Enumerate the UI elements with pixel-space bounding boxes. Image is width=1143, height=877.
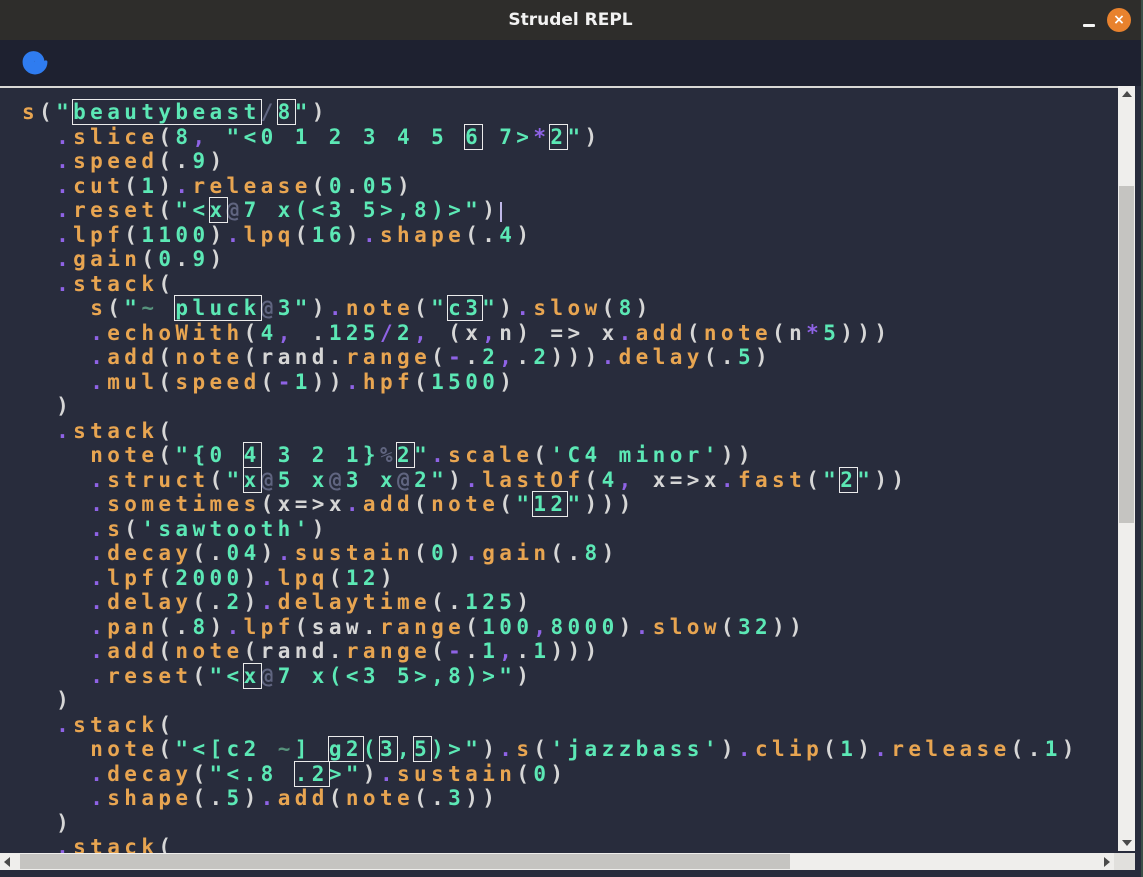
minimize-button[interactable] [1083, 24, 1095, 27]
code-line: note("{0 4 3 2 1}%2".scale('C4 minor')) [22, 443, 1120, 468]
horizontal-scrollbar-thumb[interactable] [20, 854, 790, 869]
active-token-highlight: pluck [175, 296, 260, 320]
code-lines: s("beautybeast/8") .slice(8, "<0 1 2 3 4… [0, 88, 1120, 853]
code-line: .mul(speed(-1)).hpf(1500) [22, 370, 1120, 395]
active-token-highlight: 6 [465, 125, 482, 149]
toolbar [0, 40, 1141, 86]
active-token-highlight: beautybeast [73, 100, 260, 124]
code-line: .stack( [22, 419, 1120, 444]
vertical-scrollbar[interactable] [1118, 86, 1135, 851]
horizontal-scrollbar[interactable] [0, 853, 1116, 870]
active-token-highlight: x [244, 468, 261, 492]
code-line: .speed(.9) [22, 149, 1120, 174]
active-token-highlight: 4 [244, 443, 261, 467]
active-token-highlight: 2 [840, 468, 857, 492]
code-line: .reset("<x@7 x(<3 5>,8)>") [22, 198, 1120, 223]
code-line: .add(note(rand.range(-.2,.2))).delay(.5) [22, 345, 1120, 370]
scroll-down-arrow-icon[interactable] [1122, 840, 1132, 846]
code-line: .decay(.04).sustain(0).gain(.8) [22, 541, 1120, 566]
code-line: .struct("x@5 x@3 x@2").lastOf(4, x=>x.fa… [22, 468, 1120, 493]
text-cursor [500, 202, 502, 222]
active-token-highlight: 12 [533, 492, 567, 516]
code-line: .echoWith(4, .125/2, (x,n) => x.add(note… [22, 321, 1120, 346]
active-token-highlight: 8 [278, 100, 295, 124]
active-token-highlight: 2 [397, 443, 414, 467]
code-line: .add(note(rand.range(-.1,.1))) [22, 639, 1120, 664]
code-line: .s('sawtooth') [22, 517, 1120, 542]
code-line: .slice(8, "<0 1 2 3 4 5 6 7>*2") [22, 125, 1120, 150]
code-line: .stack( [22, 835, 1120, 853]
active-token-highlight: .2 [295, 762, 329, 786]
scroll-left-arrow-icon[interactable] [4, 857, 10, 867]
code-line: s("beautybeast/8") [22, 100, 1120, 125]
scrollbar-corner [1114, 853, 1135, 870]
code-line: ) [22, 811, 1120, 836]
active-token-highlight: g2 [329, 737, 363, 761]
strudel-repl-window: Strudel REPL × s("beautybeast/8") .slice… [0, 0, 1143, 877]
code-line: .lpf(1100).lpq(16).shape(.4) [22, 223, 1120, 248]
code-line: .pan(.8).lpf(saw.range(100,8000).slow(32… [22, 615, 1120, 640]
window-title: Strudel REPL [0, 0, 1141, 40]
vertical-scrollbar-thumb[interactable] [1119, 186, 1134, 523]
code-line: .reset("<x@7 x(<3 5>,8)>") [22, 664, 1120, 689]
code-editor[interactable]: s("beautybeast/8") .slice(8, "<0 1 2 3 4… [0, 86, 1120, 853]
close-button[interactable]: × [1107, 8, 1131, 32]
code-line: .stack( [22, 713, 1120, 738]
active-token-highlight: 3 [380, 737, 397, 761]
scroll-up-arrow-icon[interactable] [1122, 91, 1132, 97]
titlebar[interactable]: Strudel REPL × [0, 0, 1141, 40]
code-line: .shape(.5).add(note(.3)) [22, 786, 1120, 811]
code-line: ) [22, 394, 1120, 419]
active-token-highlight: x [244, 664, 261, 688]
scroll-right-arrow-icon[interactable] [1104, 857, 1110, 867]
code-line: .cut(1).release(0.05) [22, 174, 1120, 199]
code-line: .decay("<.8 .2>").sustain(0) [22, 762, 1120, 787]
code-line: .lpf(2000).lpq(12) [22, 566, 1120, 591]
code-line: ) [22, 688, 1120, 713]
code-line: .delay(.2).delaytime(.125) [22, 590, 1120, 615]
active-token-highlight: c3 [448, 296, 482, 320]
code-line: .sometimes(x=>x.add(note("12"))) [22, 492, 1120, 517]
active-token-highlight: 5 [414, 737, 431, 761]
active-token-highlight: 2 [550, 125, 567, 149]
strudel-spiral-logo-icon[interactable] [21, 48, 49, 76]
code-line: note("<[c2 ~] g2(3,5)>").s('jazzbass').c… [22, 737, 1120, 762]
code-line: s("~ pluck@3").note("c3").slow(8) [22, 296, 1120, 321]
active-token-highlight: x [210, 198, 227, 222]
code-line: .stack( [22, 272, 1120, 297]
code-line: .gain(0.9) [22, 247, 1120, 272]
